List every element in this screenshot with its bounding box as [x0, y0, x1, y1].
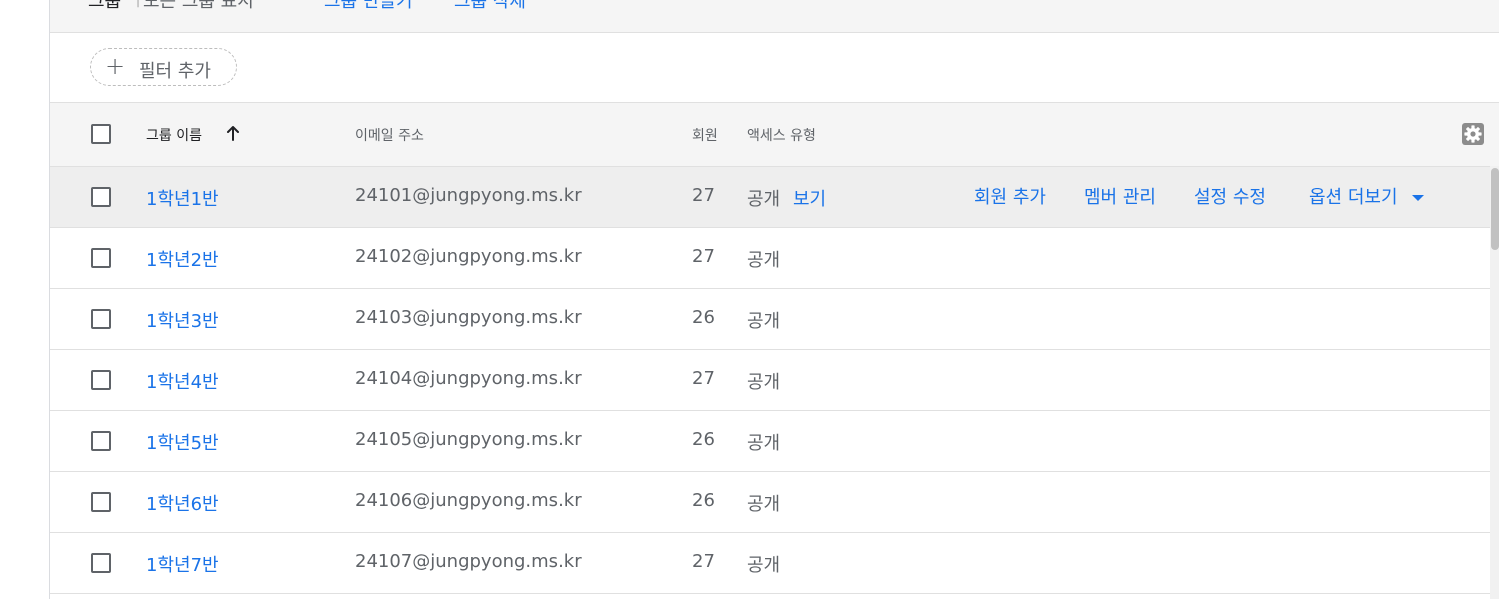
gear-icon[interactable]	[1461, 122, 1485, 146]
table-row[interactable]: 1학년5반 24105@jungpyong.ms.kr 26 공개	[50, 411, 1499, 472]
row-checkbox[interactable]	[91, 309, 111, 329]
member-count: 26	[692, 307, 715, 328]
add-filter-button[interactable]: + 필터 추가	[90, 48, 237, 86]
group-name-link[interactable]: 1학년4반	[146, 368, 219, 394]
access-type: 공개	[747, 494, 781, 515]
group-email: 24105@jungpyong.ms.kr	[355, 429, 582, 450]
access-type: 공개	[747, 250, 781, 271]
group-email: 24103@jungpyong.ms.kr	[355, 307, 582, 328]
group-email: 24104@jungpyong.ms.kr	[355, 368, 582, 389]
row-checkbox[interactable]	[91, 370, 111, 390]
member-count: 27	[692, 551, 715, 572]
left-gutter	[0, 0, 50, 599]
top-toolbar: 그룹 | 모든 그룹 표시 그룹 만들기 그룹 삭제	[50, 0, 1499, 33]
main-content: 그룹 | 모든 그룹 표시 그룹 만들기 그룹 삭제 + 필터 추가 그룹 이름…	[50, 0, 1499, 599]
group-email: 24101@jungpyong.ms.kr	[355, 185, 582, 206]
page-title: 그룹	[88, 0, 122, 12]
row-checkbox[interactable]	[91, 431, 111, 451]
group-name-link[interactable]: 1학년3반	[146, 307, 219, 333]
row-checkbox[interactable]	[91, 553, 111, 573]
access-type: 공개	[747, 311, 781, 332]
table-row[interactable]: 1학년4반 24104@jungpyong.ms.kr 27 공개	[50, 350, 1499, 411]
create-group-link[interactable]: 그룹 만들기	[324, 0, 413, 13]
member-count: 27	[692, 246, 715, 267]
more-options-button[interactable]: 옵션 더보기	[1309, 183, 1424, 209]
access-type: 공개	[747, 433, 781, 454]
group-name-link[interactable]: 1학년2반	[146, 246, 219, 272]
table-row[interactable]: 1학년3반 24103@jungpyong.ms.kr 26 공개	[50, 289, 1499, 350]
group-name-link[interactable]: 1학년5반	[146, 429, 219, 455]
member-count: 26	[692, 490, 715, 511]
add-filter-label: 필터 추가	[139, 61, 211, 82]
group-email: 24106@jungpyong.ms.kr	[355, 490, 582, 511]
select-all-checkbox[interactable]	[91, 124, 111, 144]
row-checkbox[interactable]	[91, 492, 111, 512]
column-header-members[interactable]: 회원	[692, 125, 718, 145]
member-count: 27	[692, 368, 715, 389]
table-row[interactable]: 1학년2반 24102@jungpyong.ms.kr 27 공개	[50, 228, 1499, 289]
column-header-access-type[interactable]: 액세스 유형	[747, 125, 816, 145]
row-checkbox[interactable]	[91, 248, 111, 268]
member-count: 26	[692, 429, 715, 450]
view-access-link[interactable]: 보기	[793, 185, 826, 211]
member-count: 27	[692, 185, 715, 206]
caret-down-icon	[1411, 195, 1424, 201]
column-header-email[interactable]: 이메일 주소	[355, 125, 424, 145]
add-members-button[interactable]: 회원 추가	[974, 183, 1046, 209]
group-name-link[interactable]: 1학년6반	[146, 490, 219, 516]
show-all-groups-link[interactable]: 모든 그룹 표시	[143, 0, 254, 13]
group-email: 24107@jungpyong.ms.kr	[355, 551, 582, 572]
scrollbar-thumb[interactable]	[1491, 168, 1499, 250]
table-row[interactable]: 1학년7반 24107@jungpyong.ms.kr 27 공개	[50, 533, 1499, 594]
plus-icon: +	[105, 52, 126, 80]
table-header: 그룹 이름 이메일 주소 회원 액세스 유형	[50, 103, 1499, 167]
filter-bar: + 필터 추가	[50, 33, 1499, 103]
arrow-up-icon[interactable]	[226, 124, 240, 142]
table-row[interactable]: 1학년6반 24106@jungpyong.ms.kr 26 공개	[50, 472, 1499, 533]
delete-group-link[interactable]: 그룹 삭제	[454, 0, 526, 13]
column-header-group-name[interactable]: 그룹 이름	[146, 125, 202, 145]
row-checkbox[interactable]	[91, 187, 111, 207]
access-type: 공개	[747, 189, 781, 210]
table-row[interactable]: 1학년1반 24101@jungpyong.ms.kr 27 공개 보기 회원 …	[50, 167, 1499, 228]
group-name-link[interactable]: 1학년1반	[146, 185, 219, 211]
edit-settings-button[interactable]: 설정 수정	[1194, 183, 1266, 209]
manage-members-button[interactable]: 멤버 관리	[1084, 183, 1156, 209]
more-options-label: 옵션 더보기	[1309, 187, 1398, 208]
group-email: 24102@jungpyong.ms.kr	[355, 246, 582, 267]
title-separator: |	[135, 0, 141, 8]
group-name-link[interactable]: 1학년7반	[146, 551, 219, 577]
access-type: 공개	[747, 555, 781, 576]
access-type: 공개	[747, 372, 781, 393]
